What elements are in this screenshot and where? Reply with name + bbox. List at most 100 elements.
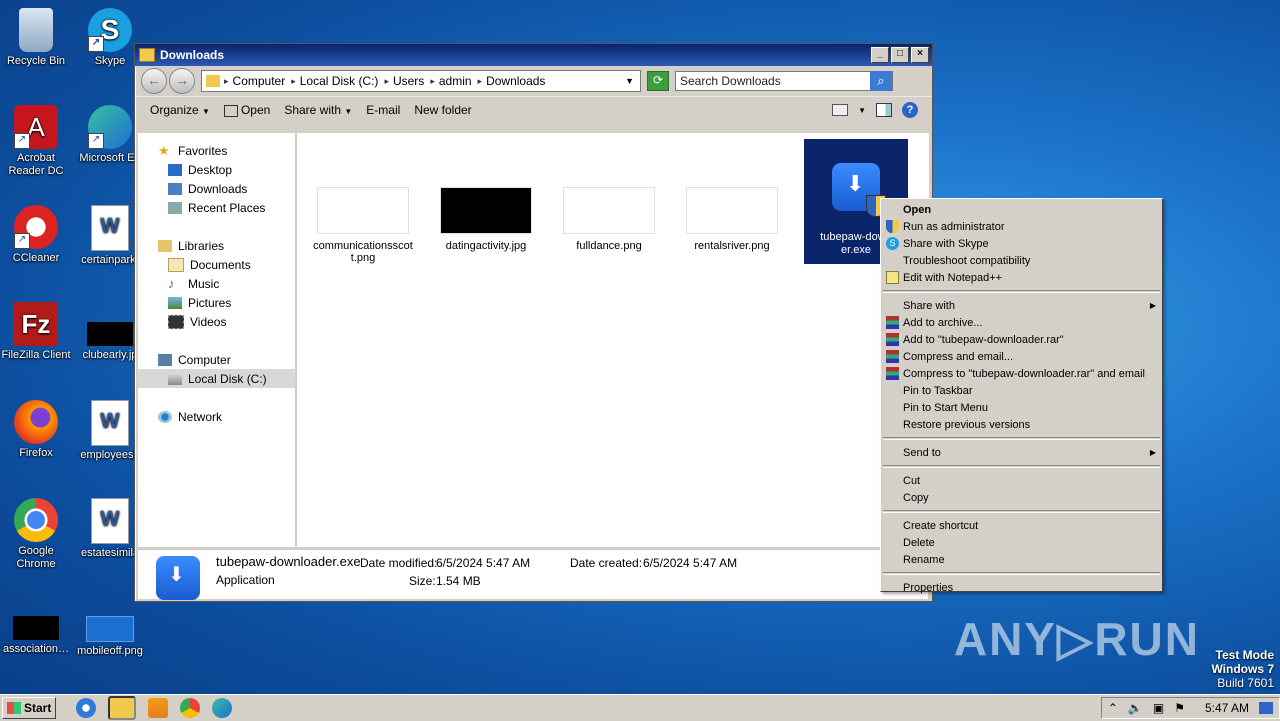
chevron-down-icon[interactable]: ▼ bbox=[625, 76, 640, 86]
title-bar[interactable]: Downloads _ □ × bbox=[135, 44, 932, 66]
nav-libraries[interactable]: Libraries bbox=[138, 236, 295, 255]
address-bar[interactable]: ▸ Computer ▸ Local Disk (C:) ▸ Users ▸ a… bbox=[201, 70, 641, 92]
file-item[interactable]: datingactivity.jpg bbox=[436, 187, 536, 252]
watermark: ANY▷RUN bbox=[953, 613, 1200, 665]
menu-run-as-admin[interactable]: Run as administrator bbox=[881, 218, 1162, 235]
back-button[interactable]: ← bbox=[141, 68, 167, 94]
menu-send-to[interactable]: Send to ▶ bbox=[881, 444, 1162, 461]
menu-share-skype[interactable]: S Share with Skype bbox=[881, 235, 1162, 252]
email-button[interactable]: E-mail bbox=[359, 103, 407, 117]
organize-button[interactable]: Organize ▼ bbox=[143, 103, 217, 117]
explorer-taskbar-icon[interactable] bbox=[108, 696, 137, 720]
chevron-down-icon: ▼ bbox=[344, 107, 353, 116]
image-thumbnail-icon bbox=[686, 187, 778, 234]
nav-downloads[interactable]: Downloads bbox=[138, 179, 295, 198]
minimize-button[interactable]: _ bbox=[871, 47, 889, 63]
refresh-button[interactable]: ⟳ bbox=[647, 71, 669, 91]
search-icon[interactable]: ⌕ bbox=[870, 71, 892, 91]
file-name: datingactivity.jpg bbox=[445, 240, 527, 252]
forward-button[interactable]: → bbox=[169, 68, 195, 94]
edge-icon[interactable] bbox=[212, 698, 233, 718]
nav-computer[interactable]: Computer bbox=[138, 350, 295, 369]
nav-desktop[interactable]: Desktop bbox=[138, 160, 295, 179]
nav-favorites[interactable]: ★ Favorites bbox=[138, 141, 295, 160]
menu-separator bbox=[883, 437, 1160, 440]
desktop-icon-recycle-bin[interactable]: Recycle Bin bbox=[0, 8, 74, 68]
breadcrumb-downloads[interactable]: Downloads bbox=[482, 74, 551, 88]
desktop-icon-ccleaner[interactable]: ↗ CCleaner bbox=[0, 205, 74, 265]
menu-properties[interactable]: Properties bbox=[881, 579, 1162, 596]
maximize-button[interactable]: □ bbox=[891, 47, 909, 63]
menu-restore-versions[interactable]: Restore previous versions bbox=[881, 416, 1162, 433]
nav-label: Downloads bbox=[188, 181, 248, 196]
winrar-icon bbox=[886, 333, 899, 346]
nav-pictures[interactable]: Pictures bbox=[138, 293, 295, 312]
breadcrumb-users[interactable]: Users bbox=[389, 74, 430, 88]
menu-open[interactable]: Open bbox=[881, 201, 1162, 218]
desktop-icon-firefox[interactable]: Firefox bbox=[0, 400, 74, 460]
nav-recent-places[interactable]: Recent Places bbox=[138, 198, 295, 217]
menu-separator bbox=[883, 290, 1160, 293]
nav-documents[interactable]: Documents bbox=[138, 255, 295, 274]
menu-label: Run as administrator bbox=[903, 220, 1005, 233]
nav-network[interactable]: Network bbox=[138, 407, 295, 426]
clock[interactable]: 5:47 AM bbox=[1205, 701, 1249, 715]
open-label: Open bbox=[240, 103, 271, 117]
media-player-icon[interactable] bbox=[148, 698, 169, 718]
show-hidden-icons-icon[interactable]: ⌃ bbox=[1108, 701, 1118, 715]
installer-app-icon bbox=[832, 163, 886, 217]
view-options-icon[interactable] bbox=[832, 104, 849, 116]
new-folder-button[interactable]: New folder bbox=[407, 103, 478, 117]
start-button[interactable]: Start bbox=[2, 697, 57, 719]
breadcrumb-local-disk[interactable]: Local Disk (C:) bbox=[296, 74, 385, 88]
winrar-icon bbox=[886, 350, 899, 363]
menu-cut[interactable]: Cut bbox=[881, 472, 1162, 489]
nav-local-disk[interactable]: Local Disk (C:) bbox=[138, 369, 295, 388]
test-mode-notice: Test Mode Windows 7 Build 7601 bbox=[1211, 648, 1274, 690]
file-item[interactable]: communicationsscott.png bbox=[313, 187, 413, 264]
menu-troubleshoot[interactable]: Troubleshoot compatibility bbox=[881, 252, 1162, 269]
network-tray-icon[interactable]: ▣ bbox=[1153, 701, 1164, 715]
menu-compress-email[interactable]: Compress and email... bbox=[881, 348, 1162, 365]
desktop-icon-filezilla[interactable]: Fz FileZilla Client bbox=[0, 302, 74, 362]
menu-copy[interactable]: Copy bbox=[881, 489, 1162, 506]
ie-icon[interactable] bbox=[76, 698, 97, 718]
desktop-icon-acrobat[interactable]: A ↗ Acrobat Reader DC bbox=[0, 105, 74, 178]
action-center-flag-icon[interactable]: ⚑ bbox=[1174, 701, 1185, 715]
menu-rename[interactable]: Rename bbox=[881, 551, 1162, 568]
file-item[interactable]: fulldance.png bbox=[559, 187, 659, 252]
menu-compress-rar-email[interactable]: Compress to "tubepaw-downloader.rar" and… bbox=[881, 365, 1162, 382]
file-item[interactable]: rentalsriver.png bbox=[682, 187, 782, 252]
chrome-icon[interactable] bbox=[180, 698, 201, 718]
breadcrumb-computer[interactable]: Computer bbox=[229, 74, 292, 88]
help-icon[interactable]: ? bbox=[902, 102, 918, 118]
menu-add-rar[interactable]: Add to "tubepaw-downloader.rar" bbox=[881, 331, 1162, 348]
network-icon bbox=[158, 410, 172, 423]
image-thumbnail-icon bbox=[13, 616, 59, 640]
desktop-icon-association[interactable]: association… bbox=[0, 596, 74, 656]
shortcut-arrow-icon: ↗ bbox=[88, 36, 104, 52]
nav-videos[interactable]: Videos bbox=[138, 312, 295, 331]
menu-edit-notepad[interactable]: Edit with Notepad++ bbox=[881, 269, 1162, 286]
menu-delete[interactable]: Delete bbox=[881, 534, 1162, 551]
menu-pin-taskbar[interactable]: Pin to Taskbar bbox=[881, 382, 1162, 399]
shortcut-arrow-icon: ↗ bbox=[14, 133, 30, 149]
search-input[interactable]: Search Downloads ⌕ bbox=[675, 71, 893, 91]
chevron-down-icon[interactable]: ▼ bbox=[858, 106, 866, 115]
menu-pin-start[interactable]: Pin to Start Menu bbox=[881, 399, 1162, 416]
open-button[interactable]: Open bbox=[217, 103, 277, 117]
desktop-icon-mobileoff[interactable]: mobileoff.png bbox=[72, 596, 148, 658]
menu-create-shortcut[interactable]: Create shortcut bbox=[881, 517, 1162, 534]
breadcrumb-admin[interactable]: admin bbox=[435, 74, 478, 88]
share-with-button[interactable]: Share with ▼ bbox=[277, 103, 359, 117]
menu-add-archive[interactable]: Add to archive... bbox=[881, 314, 1162, 331]
close-button[interactable]: × bbox=[911, 47, 929, 63]
desktop-icon-chrome[interactable]: Google Chrome bbox=[0, 498, 74, 571]
menu-separator bbox=[883, 465, 1160, 468]
show-desktop-icon[interactable] bbox=[1259, 702, 1273, 714]
nav-music[interactable]: ♪ Music bbox=[138, 274, 295, 293]
menu-share-with[interactable]: Share with ▶ bbox=[881, 297, 1162, 314]
volume-icon[interactable]: 🔈 bbox=[1128, 701, 1143, 715]
preview-pane-icon[interactable] bbox=[876, 103, 892, 117]
word-document-icon: W bbox=[91, 205, 129, 251]
